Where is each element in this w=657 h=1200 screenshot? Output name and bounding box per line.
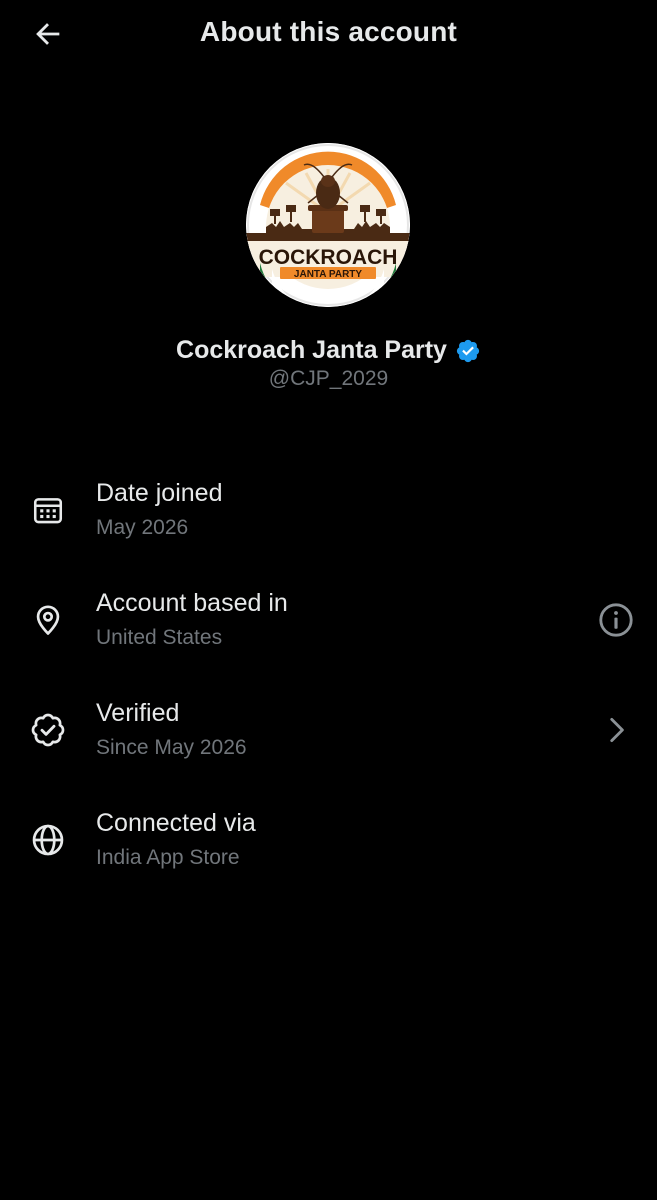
chevron-right-icon xyxy=(610,717,624,743)
globe-icon xyxy=(28,820,68,860)
detail-title: Account based in xyxy=(96,589,288,617)
info-button[interactable] xyxy=(594,598,638,642)
detail-title: Verified xyxy=(96,699,180,727)
location-pin-icon xyxy=(28,600,68,640)
verified-badge-icon xyxy=(455,338,481,364)
profile-avatar[interactable]: COCKROACH JANTA PARTY xyxy=(246,143,410,307)
profile-name-row: Cockroach Janta Party xyxy=(0,336,657,365)
detail-title: Connected via xyxy=(96,809,256,837)
top-app-bar: About this account xyxy=(0,0,657,70)
detail-row-connected-via: Connected via India App Store xyxy=(0,805,657,895)
logo-line2: JANTA PARTY xyxy=(294,269,362,280)
calendar-icon xyxy=(28,490,68,530)
profile-name: Cockroach Janta Party xyxy=(176,336,447,364)
verified-details-chevron[interactable] xyxy=(594,708,638,752)
info-icon xyxy=(599,603,633,637)
party-logo: COCKROACH JANTA PARTY xyxy=(246,143,410,307)
verified-check-icon xyxy=(28,710,68,750)
detail-subtitle: May 2026 xyxy=(96,516,189,539)
detail-subtitle: Since May 2026 xyxy=(96,736,247,759)
detail-subtitle: India App Store xyxy=(96,846,240,869)
detail-row-account-based-in: Account based in United States xyxy=(0,585,657,675)
logo-line1: COCKROACH xyxy=(259,246,398,269)
detail-row-date-joined: Date joined May 2026 xyxy=(0,475,657,565)
profile-handle: @CJP_2029 xyxy=(268,367,389,390)
detail-row-verified[interactable]: Verified Since May 2026 xyxy=(0,695,657,785)
detail-title: Date joined xyxy=(96,479,223,507)
detail-subtitle: United States xyxy=(96,626,223,649)
page-title: About this account xyxy=(199,16,458,47)
